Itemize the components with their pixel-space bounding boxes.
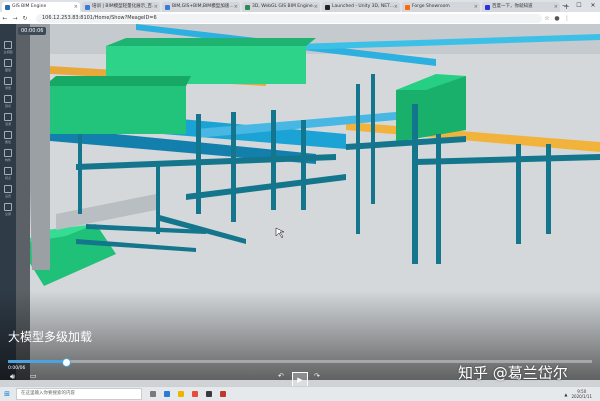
sidebar-tool[interactable]: 漫游 [0, 110, 16, 128]
profile-icon[interactable]: ● [552, 15, 562, 22]
tab-favicon-icon [85, 4, 90, 10]
tab-close-icon[interactable]: × [154, 2, 158, 12]
tab-close-icon[interactable]: × [394, 2, 398, 12]
info-icon [4, 130, 12, 139]
sidebar-tool-label: 测量 [4, 85, 11, 90]
chrome-icon[interactable] [192, 391, 198, 397]
close-window-icon[interactable]: ✕ [586, 0, 600, 12]
back-icon[interactable]: ← [0, 15, 10, 22]
video-caption: 大模型多级加载 [8, 330, 93, 344]
sidebar-tool-label: 漫游 [4, 121, 11, 126]
next-icon[interactable]: ↷ [314, 372, 320, 380]
ruler-icon [4, 76, 12, 85]
sidebar-tool-label: 构件 [4, 157, 11, 162]
browser-tab[interactable]: 3D, WebGL GIS BIM Engine… × [242, 2, 320, 12]
video-elapsed-time: 0:00/06 [8, 366, 26, 371]
camera-icon [4, 166, 12, 175]
tab-close-icon[interactable]: × [234, 2, 238, 12]
layers-icon [4, 58, 12, 67]
tab-label: 3D, WebGL GIS BIM Engine… [252, 4, 314, 9]
tab-favicon-icon [165, 4, 170, 10]
browser-tab[interactable]: 百度一下，你就知道 × [482, 2, 560, 12]
forward-icon[interactable]: → [10, 15, 20, 22]
clock-date: 2020/1/11 [571, 394, 592, 399]
network-icon[interactable]: ▲ [564, 392, 567, 397]
tab-favicon-icon [405, 4, 410, 10]
browser-tab-strip: GIS BIM Engine × 培训 | BIM模型轻量化展示_百… × BIM,GI… [0, 0, 600, 12]
tab-favicon-icon [485, 4, 490, 10]
app2-icon[interactable] [220, 391, 226, 397]
tab-label: BIM,GIS+BIM,BIM模型加速… [172, 4, 234, 9]
viewer-timer: 00:00:06 [18, 27, 47, 35]
taskbar-search-input[interactable]: 在这里输入你要搜索的内容 [16, 388, 142, 400]
star-icon[interactable]: ☆ [542, 15, 552, 22]
home-icon [4, 40, 12, 49]
browser-tab[interactable]: 培训 | BIM模型轻量化展示_百… × [82, 2, 160, 12]
sidebar-tool-label: 设置 [4, 193, 11, 198]
sidebar-tool[interactable]: 属性 [0, 128, 16, 146]
task-view-icon[interactable] [150, 391, 156, 397]
sidebar-tool-label: 剖切 [4, 103, 11, 108]
fullscreen-icon [4, 202, 12, 211]
minimize-icon[interactable]: — [558, 0, 572, 12]
volume-icon[interactable]: 🔊︎ [10, 372, 15, 382]
browser-tab[interactable]: GIS BIM Engine × [2, 2, 80, 12]
windows-taskbar: ⊞ 在这里输入你要搜索的内容 ▲ 9:50 2020/1/11 [0, 386, 600, 401]
system-tray: ▲ 9:50 2020/1/11 [564, 387, 592, 401]
tab-label: Launched - Unity 3D, NET… [332, 4, 394, 9]
sidebar-tool-label: 全屏 [4, 211, 11, 216]
tab-label: Forge Showroom [412, 4, 450, 9]
tab-favicon-icon [325, 4, 330, 10]
tab-label: GIS BIM Engine [12, 4, 47, 9]
reload-icon[interactable]: ↻ [20, 15, 30, 22]
sidebar-tool-label: 图层 [4, 67, 11, 72]
tab-favicon-icon [5, 4, 10, 10]
sidebar-tool[interactable]: 主视图 [0, 38, 16, 56]
maximize-icon[interactable]: ☐ [572, 0, 586, 12]
windows-start-icon[interactable]: ⊞ [0, 390, 14, 398]
browser-tab[interactable]: Forge Showroom × [402, 2, 480, 12]
sidebar-tool[interactable]: 设置 [0, 182, 16, 200]
walk-icon [4, 112, 12, 121]
tree-icon [4, 148, 12, 157]
sidebar-tool[interactable]: 全屏 [0, 200, 16, 218]
tab-close-icon[interactable]: × [74, 2, 78, 12]
seek-bar-fill [8, 360, 67, 363]
browser-tab[interactable]: Launched - Unity 3D, NET… × [322, 2, 400, 12]
sidebar-tool[interactable]: 测量 [0, 74, 16, 92]
tab-label: 百度一下，你就知道 [492, 4, 533, 9]
zhihu-watermark: 知乎 @葛兰岱尔 [458, 364, 568, 382]
sidebar-tool-label: 主视图 [3, 49, 13, 54]
menu-icon[interactable]: ⋮ [562, 15, 572, 22]
tab-close-icon[interactable]: × [474, 2, 478, 12]
tab-favicon-icon [245, 4, 250, 10]
sidebar-tool[interactable]: 图层 [0, 56, 16, 74]
app-icon[interactable] [206, 391, 212, 397]
tab-label: 培训 | BIM模型轻量化展示_百… [92, 4, 154, 9]
sidebar-tool[interactable]: 构件 [0, 146, 16, 164]
sidebar-tool-label: 视点 [4, 175, 11, 180]
gear-icon [4, 184, 12, 193]
subtitles-icon[interactable]: ▭ [30, 372, 37, 380]
url-input[interactable]: 106.12.253.83:8101/Home/Show?MeageID=6 [36, 13, 542, 23]
edge-icon[interactable] [164, 391, 170, 397]
sidebar-tool[interactable]: 视点 [0, 164, 16, 182]
browser-tab[interactable]: BIM,GIS+BIM,BIM模型加速… × [162, 2, 240, 12]
sidebar-tool[interactable]: 剖切 [0, 92, 16, 110]
file-explorer-icon[interactable] [178, 391, 184, 397]
sidebar-tool-label: 属性 [4, 139, 11, 144]
cube-icon [4, 94, 12, 103]
previous-icon[interactable]: ↶ [278, 372, 284, 380]
taskbar-clock[interactable]: 9:50 2020/1/11 [571, 389, 592, 399]
window-controls: — ☐ ✕ [558, 0, 600, 12]
tab-close-icon[interactable]: × [314, 2, 318, 12]
